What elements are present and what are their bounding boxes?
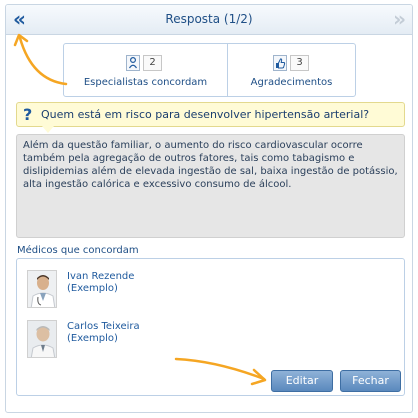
question-text: Quem está em risco para desenvolver hipe…: [41, 108, 370, 121]
doctor-avatar: [27, 320, 57, 358]
doctor-note: (Exemplo): [67, 283, 118, 294]
thumbs-up-icon: [273, 55, 287, 71]
specialists-label: Especialistas concordam: [83, 77, 208, 88]
doctor-name[interactable]: Ivan Rezende: [67, 271, 134, 282]
agreeing-doctors-label: Médicos que concordam: [17, 245, 139, 256]
edit-button[interactable]: Editar: [271, 370, 333, 392]
next-answer-button[interactable]: »: [393, 8, 406, 30]
doctor-icon: [126, 55, 140, 71]
doctor-icon-graphic: [126, 55, 140, 71]
panel-header: « Resposta (1/2) »: [6, 5, 412, 35]
doctor-photo: [28, 271, 56, 307]
doctor-name[interactable]: Carlos Teixeira: [67, 321, 140, 332]
thumbs-up-icon-graphic: [273, 55, 287, 71]
question-bubble: ? Quem está em risco para desenvolver hi…: [16, 102, 405, 127]
question-mark-icon: ?: [23, 105, 33, 124]
thanks-stat[interactable]: 3 Agradecimentos: [228, 44, 355, 96]
doctor-note: (Exemplo): [67, 333, 118, 344]
doctor-photo: [28, 321, 56, 357]
answer-panel: « Resposta (1/2) » 2 Especialistas conco…: [5, 4, 413, 413]
thanks-count: 3: [290, 55, 309, 71]
agreeing-doctors-list: Ivan Rezende (Exemplo) Carlos Teixeira (…: [16, 258, 405, 396]
answer-text: Além da questão familiar, o aumento do r…: [16, 134, 405, 238]
close-button[interactable]: Fechar: [340, 370, 401, 392]
specialists-count: 2: [143, 55, 162, 71]
doctor-avatar: [27, 270, 57, 308]
thanks-label: Agradecimentos: [250, 77, 333, 88]
panel-title: Resposta (1/2): [165, 12, 253, 26]
specialists-agree-stat[interactable]: 2 Especialistas concordam: [64, 44, 228, 96]
question-bubble-tail: [42, 126, 54, 133]
stats-box: 2 Especialistas concordam 3 Agradeciment…: [63, 43, 356, 97]
